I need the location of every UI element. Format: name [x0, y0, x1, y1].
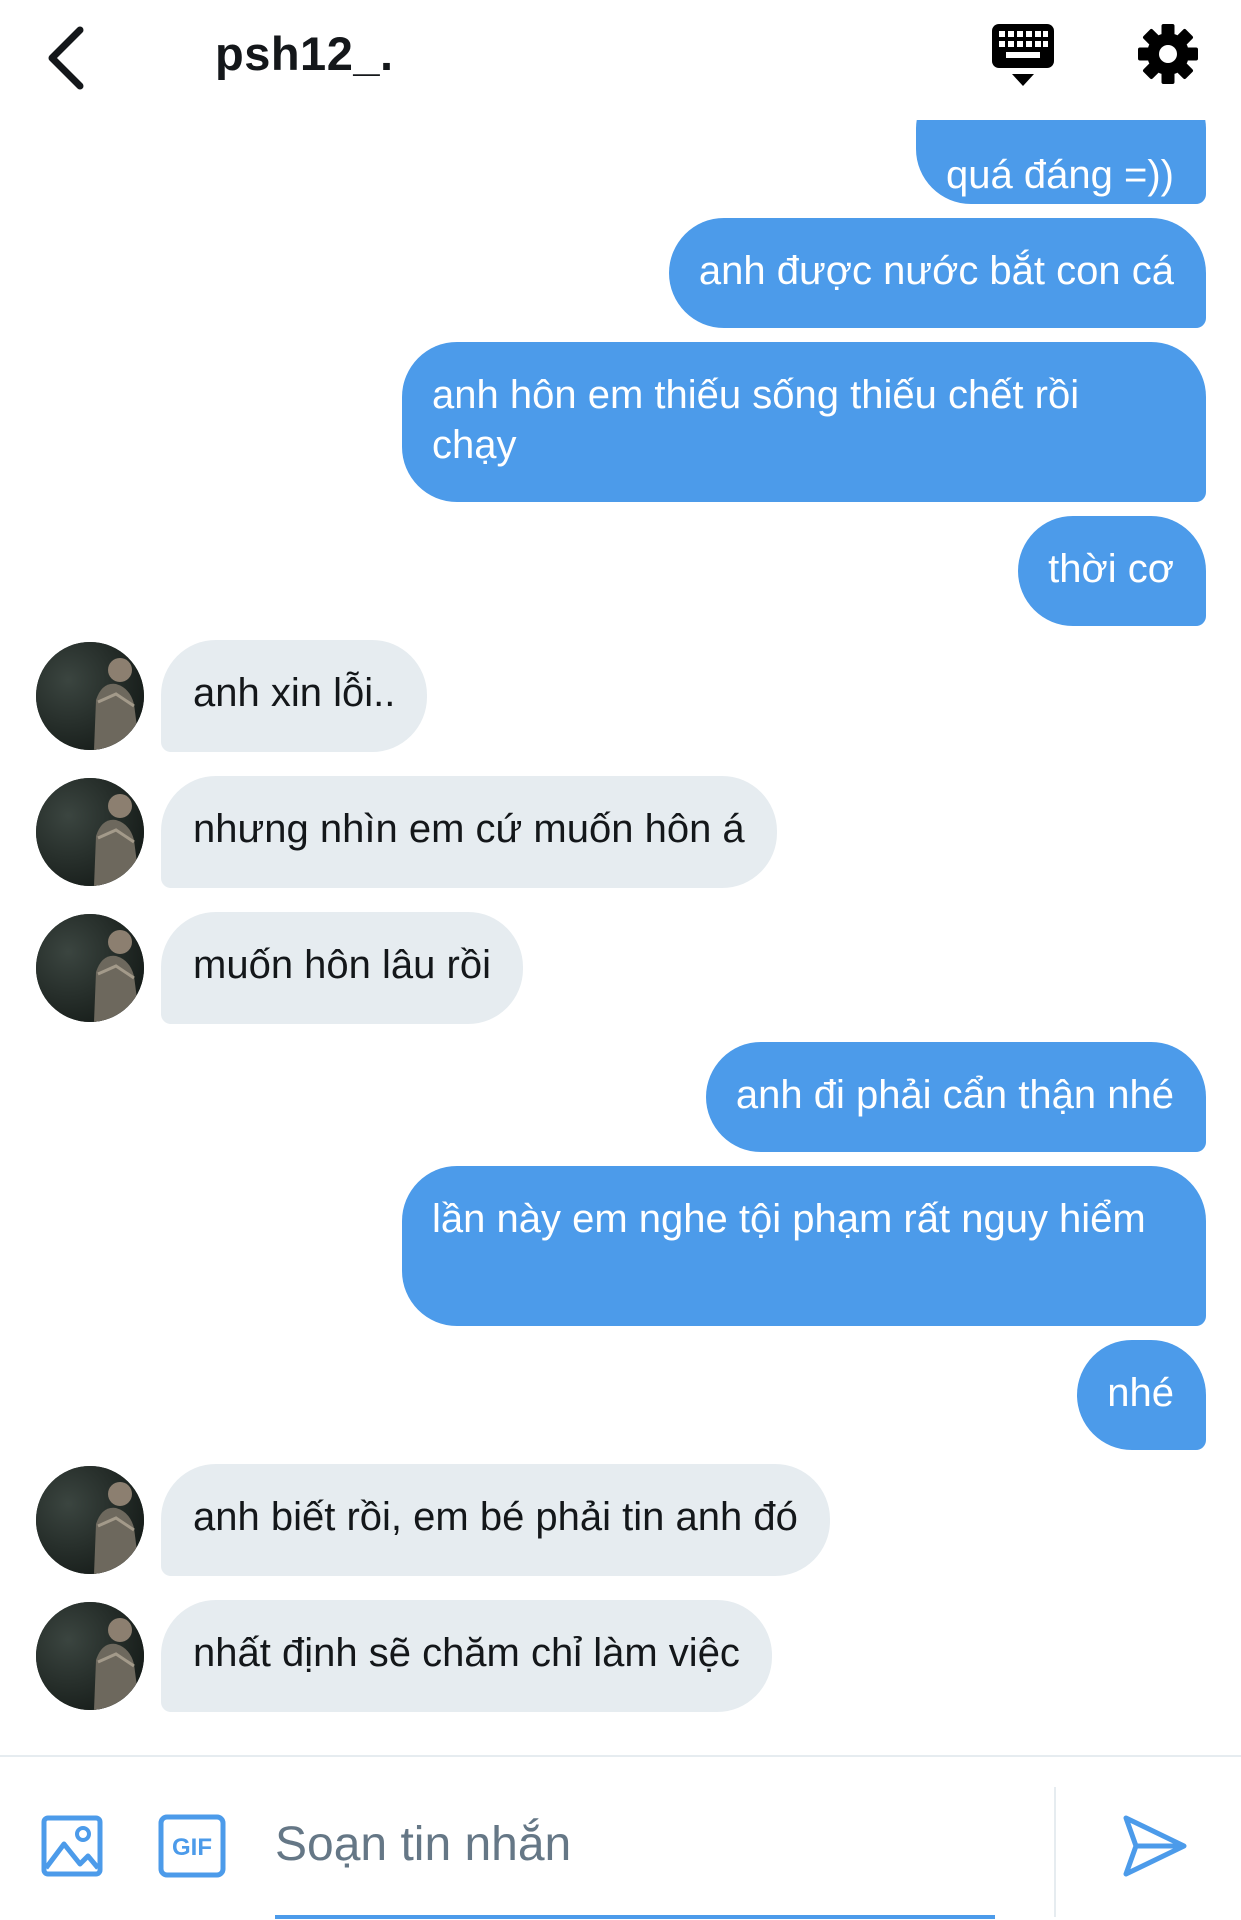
sent-message: lần này em nghe tội phạm rất nguy hiểm	[0, 1166, 1241, 1326]
image-icon	[41, 1815, 103, 1877]
message-composer: GIF	[0, 1755, 1241, 1920]
received-message-bubble[interactable]: nhưng nhìn em cứ muốn hôn á	[161, 776, 777, 888]
conversation-title[interactable]: psh12_.	[215, 26, 394, 81]
received-message-bubble[interactable]: nhất định sẽ chăm chỉ làm việc	[161, 1600, 772, 1712]
message-text: nhất định sẽ chăm chỉ làm việc	[193, 1631, 740, 1675]
message-text: quá đáng =))	[946, 153, 1174, 197]
message-list[interactable]: quá đáng =)) anh được nước bắt con cá an…	[0, 120, 1241, 1755]
message-text: lần này em nghe tội phạm rất nguy hiểm	[432, 1197, 1146, 1241]
conversation-header: psh12_.	[0, 0, 1241, 120]
add-photo-button[interactable]	[40, 1814, 104, 1878]
received-message: nhất định sẽ chăm chỉ làm việc	[0, 1600, 1241, 1712]
avatar[interactable]	[36, 778, 144, 886]
received-message: anh biết rồi, em bé phải tin anh đó	[0, 1464, 1241, 1576]
input-underline	[275, 1915, 995, 1919]
avatar[interactable]	[36, 642, 144, 750]
received-message: muốn hôn lâu rồi	[0, 912, 1241, 1024]
sent-message-bubble[interactable]: lần này em nghe tội phạm rất nguy hiểm	[402, 1166, 1206, 1326]
message-text: nhưng nhìn em cứ muốn hôn á	[193, 807, 745, 851]
received-message: anh xin lỗi..	[0, 640, 1241, 752]
send-icon	[1123, 1815, 1187, 1877]
gif-label: GIF	[172, 1834, 212, 1861]
sent-message-bubble[interactable]: anh được nước bắt con cá	[668, 218, 1206, 328]
received-message-bubble[interactable]: anh biết rồi, em bé phải tin anh đó	[161, 1464, 830, 1576]
message-text: anh đi phải cẩn thận nhé	[735, 1073, 1174, 1117]
avatar[interactable]	[36, 1602, 144, 1710]
avatar[interactable]	[36, 914, 144, 1022]
sent-message-bubble[interactable]: thời cơ	[1018, 516, 1206, 626]
back-button[interactable]	[40, 22, 100, 92]
sent-message: quá đáng =))	[0, 120, 1241, 210]
message-text: anh xin lỗi..	[193, 671, 396, 715]
message-text: anh biết rồi, em bé phải tin anh đó	[193, 1495, 798, 1539]
keyboard-icon	[992, 24, 1054, 86]
avatar[interactable]	[36, 1466, 144, 1574]
sent-message: thời cơ	[0, 516, 1241, 626]
sent-message: anh được nước bắt con cá	[0, 218, 1241, 328]
sent-message-bubble[interactable]: anh đi phải cẩn thận nhé	[705, 1042, 1206, 1152]
message-text: anh hôn em thiếu sống thiếu chết rồi chạ…	[432, 373, 1080, 467]
sent-message: anh đi phải cẩn thận nhé	[0, 1042, 1241, 1152]
message-input[interactable]	[275, 1807, 995, 1881]
sent-message: nhé	[0, 1340, 1241, 1450]
settings-button[interactable]	[1136, 22, 1200, 86]
sent-message-bubble[interactable]: anh hôn em thiếu sống thiếu chết rồi chạ…	[402, 342, 1206, 502]
sent-message: anh hôn em thiếu sống thiếu chết rồi chạ…	[0, 342, 1241, 502]
add-gif-button[interactable]: GIF	[158, 1814, 226, 1878]
message-text: anh được nước bắt con cá	[698, 249, 1174, 293]
received-message-bubble[interactable]: anh xin lỗi..	[161, 640, 428, 752]
gear-icon	[1138, 24, 1198, 84]
composer-divider	[1054, 1787, 1056, 1917]
send-button[interactable]	[1122, 1814, 1188, 1878]
received-message-bubble[interactable]: muốn hôn lâu rồi	[161, 912, 523, 1024]
received-message: nhưng nhìn em cứ muốn hôn á	[0, 776, 1241, 888]
message-text: nhé	[1107, 1371, 1174, 1415]
sent-message-bubble[interactable]: nhé	[1077, 1340, 1206, 1450]
gif-icon: GIF	[158, 1814, 226, 1878]
sent-message-bubble[interactable]: quá đáng =))	[916, 120, 1206, 204]
chevron-left-icon	[48, 26, 84, 90]
message-text: muốn hôn lâu rồi	[193, 943, 491, 987]
keyboard-toggle-button[interactable]	[990, 22, 1056, 90]
message-text: thời cơ	[1048, 547, 1174, 591]
